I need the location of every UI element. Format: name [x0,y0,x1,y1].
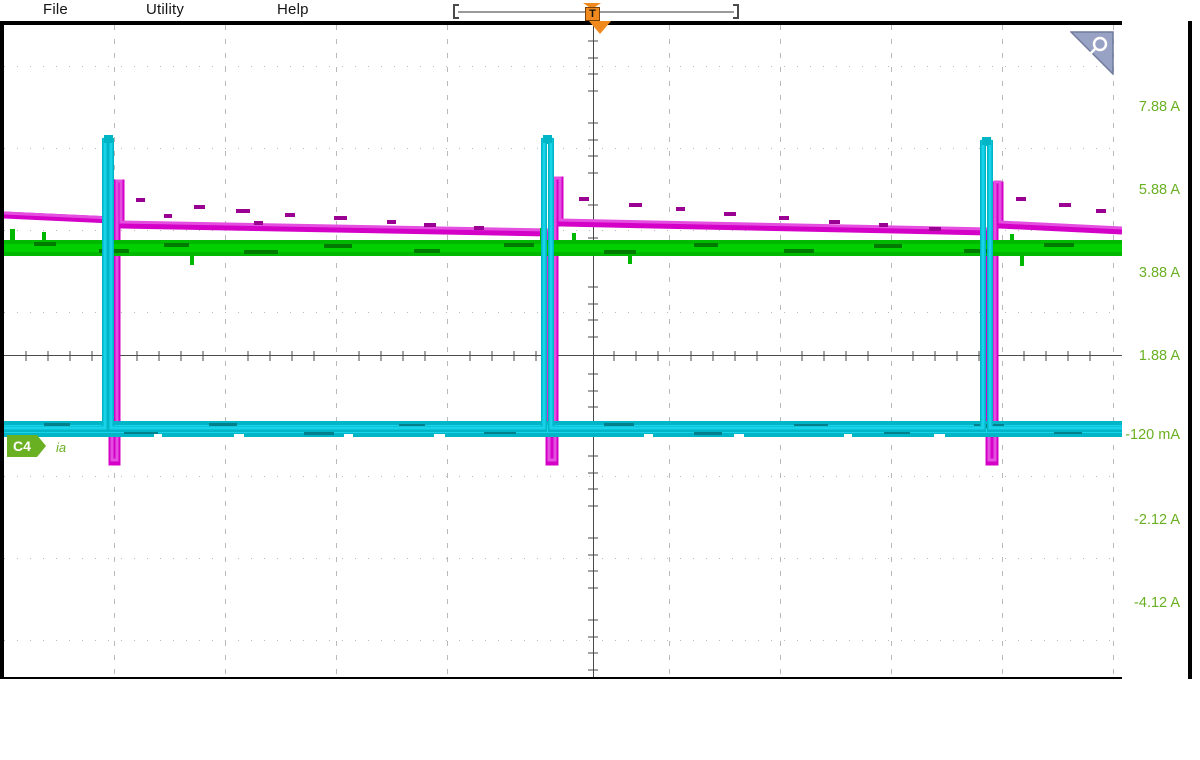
waveform-canvas [4,25,1122,677]
trigger-position-handle[interactable]: T [585,7,600,21]
hpos-bracket-left [453,4,459,19]
menu-item-help[interactable]: Help [277,0,309,21]
channel-marker-label: ia [56,440,67,455]
menu-item-utility[interactable]: Utility [146,0,184,21]
readout-value-2: 5.88 A [1138,182,1180,198]
readout-value-6: -2.12 A [1134,512,1180,528]
trace-ch3-magenta [4,176,1122,466]
oscilloscope-screen: File Utility Help T C4 ia 7.88 A 5.88 A … [0,0,1200,760]
channel-marker-c4[interactable]: C4 [7,435,46,457]
readout-value-3: 3.88 A [1138,265,1180,281]
menu-bar: File Utility Help T [0,0,1200,21]
center-axes [4,25,1122,677]
grid-horizontal [4,66,1122,641]
readout-value-4: 1.88 A [1138,348,1180,364]
trigger-position-marker-icon [589,21,611,34]
readout-value-5: -120 mA [1125,427,1180,443]
hpos-bracket-right [733,4,739,19]
channel-marker-tag: C4 [7,435,46,457]
menu-item-file[interactable]: File [43,0,68,21]
bottom-status-bar: Ch 2 ⬇ 200 mV/div 1 MΩ 500 MHz Ch 3 2.00… [0,681,1200,760]
waveform-graticule[interactable]: C4 ia [0,21,1122,679]
readout-value-7: -4.12 A [1134,595,1180,611]
graticule-inner [4,25,1122,677]
readout-strip: 7.88 A 5.88 A 3.88 A 1.88 A -120 mA -2.1… [1122,21,1188,679]
zoom-magnifier-button[interactable] [1070,31,1114,75]
readout-value-1: 7.88 A [1138,99,1180,115]
right-border-rail [1188,21,1192,679]
horizontal-position-bar[interactable]: T [450,3,742,21]
